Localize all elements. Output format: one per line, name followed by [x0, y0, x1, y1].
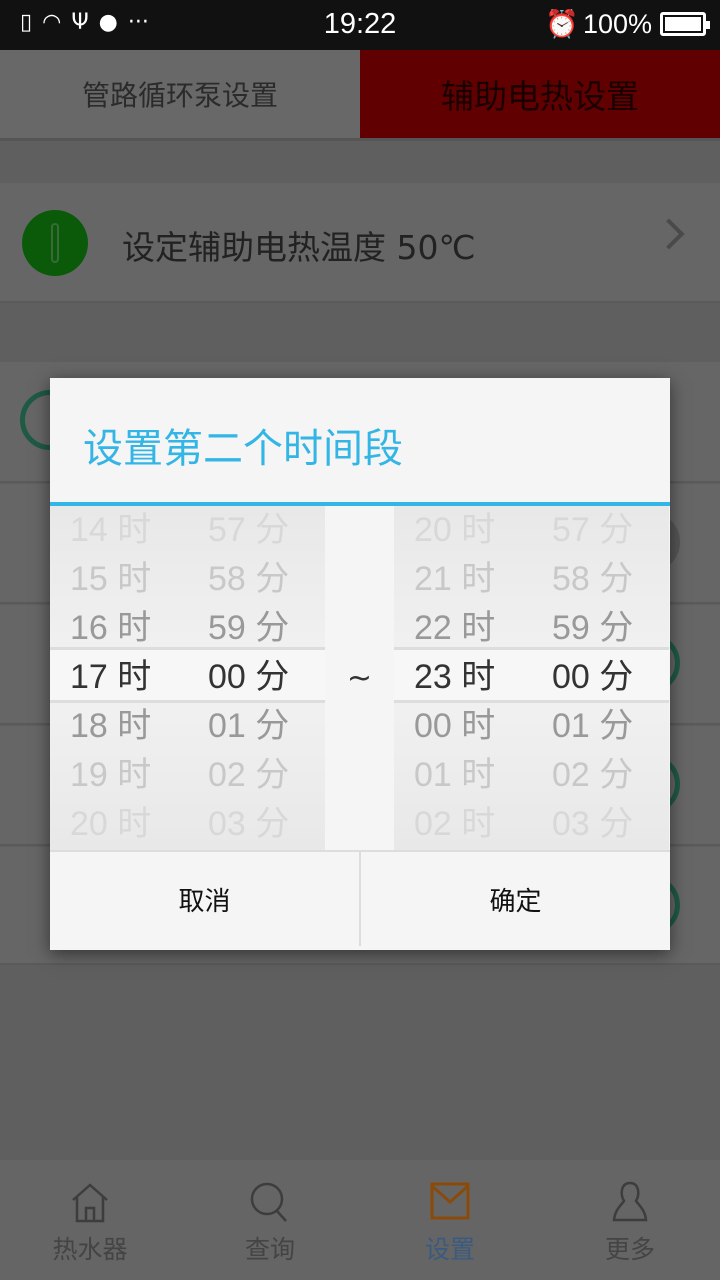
hour-option[interactable]: 19 时 — [70, 751, 180, 800]
home-icon — [72, 1183, 108, 1223]
hour-option[interactable]: 23 时 — [414, 653, 524, 702]
time-picker: 14 时 15 时 16 时 17 时 18 时 19 时 20 时 57 分 58 分 59 … — [50, 506, 670, 850]
time-range-dialog: 设置第二个时间段 14 时 15 时 16 时 17 时 18 时 19 时 20 时 57… — [50, 378, 670, 950]
status-bar: ▯ ◠ Ψ ● ··· 19:22 ⏰ 100% — [0, 0, 720, 50]
end-minute-wheel[interactable]: 57 分 58 分 59 分 00 分 01 分 02 分 03 分 — [552, 506, 662, 849]
confirm-button[interactable]: 确定 — [359, 852, 670, 946]
minute-option[interactable]: 58 分 — [552, 555, 662, 604]
tab-bar: 管路循环泵设置 辅助电热设置 — [0, 50, 720, 141]
start-hour-wheel[interactable]: 14 时 15 时 16 时 17 时 18 时 19 时 20 时 — [70, 506, 180, 849]
hour-option[interactable]: 01 时 — [414, 751, 524, 800]
range-separator: ~ — [325, 506, 394, 850]
nav-label: 更多 — [604, 1235, 655, 1264]
minute-option[interactable]: 00 分 — [208, 653, 318, 702]
minute-option[interactable]: 03 分 — [208, 800, 318, 849]
end-hour-wheel[interactable]: 20 时 21 时 22 时 23 时 00 时 01 时 02 时 — [414, 506, 524, 849]
alarm-icon: ⏰ — [545, 9, 579, 39]
search-icon — [250, 1182, 287, 1222]
temperature-label: 设定辅助电热温度 50℃ — [122, 228, 476, 267]
mail-icon — [430, 1182, 470, 1220]
minute-option[interactable]: 59 分 — [552, 604, 662, 653]
battery-level: 100% — [582, 8, 652, 39]
hour-option[interactable]: 18 时 — [70, 702, 180, 751]
minute-option[interactable]: 57 分 — [552, 506, 662, 555]
nav-more[interactable]: 更多 — [540, 1160, 720, 1280]
hour-option[interactable]: 20 时 — [70, 800, 180, 849]
minute-option[interactable]: 01 分 — [552, 702, 662, 751]
minute-option[interactable]: 02 分 — [208, 751, 318, 800]
minute-option[interactable]: 57 分 — [208, 506, 318, 555]
nav-label: 热水器 — [52, 1235, 128, 1264]
tab-pump-settings[interactable]: 管路循环泵设置 — [0, 50, 360, 138]
minute-option[interactable]: 03 分 — [552, 800, 662, 849]
hour-option[interactable]: 16 时 — [70, 604, 180, 653]
start-time-picker: 14 时 15 时 16 时 17 时 18 时 19 时 20 时 57 分 58 分 59 … — [50, 506, 325, 850]
cancel-button[interactable]: 取消 — [50, 852, 359, 946]
hour-option[interactable]: 14 时 — [70, 506, 180, 555]
nav-water-heater[interactable]: 热水器 — [0, 1160, 180, 1280]
set-temperature-row[interactable]: 设定辅助电热温度 50℃ — [0, 183, 720, 303]
dialog-title: 设置第二个时间段 — [50, 378, 670, 506]
hour-option[interactable]: 00 时 — [414, 702, 524, 751]
tab-aux-heat-settings[interactable]: 辅助电热设置 — [360, 50, 720, 138]
bottom-nav: 热水器 查询 设置 更多 — [0, 1160, 720, 1280]
hour-option[interactable]: 17 时 — [70, 653, 180, 702]
person-icon — [612, 1181, 648, 1222]
nav-label: 设置 — [424, 1235, 475, 1264]
hour-option[interactable]: 22 时 — [414, 604, 524, 653]
hour-option[interactable]: 02 时 — [414, 800, 524, 849]
hour-option[interactable]: 15 时 — [70, 555, 180, 604]
nav-settings[interactable]: 设置 — [360, 1160, 540, 1280]
nav-query[interactable]: 查询 — [180, 1160, 360, 1280]
minute-option[interactable]: 02 分 — [552, 751, 662, 800]
nav-label: 查询 — [244, 1235, 295, 1264]
minute-option[interactable]: 01 分 — [208, 702, 318, 751]
minute-option[interactable]: 58 分 — [208, 555, 318, 604]
chevron-right-icon — [653, 218, 685, 250]
start-minute-wheel[interactable]: 57 分 58 分 59 分 00 分 01 分 02 分 03 分 — [208, 506, 318, 849]
end-time-picker: 20 时 21 时 22 时 23 时 00 时 01 时 02 时 57 分 58 分 59 … — [394, 506, 669, 850]
hour-option[interactable]: 20 时 — [414, 506, 524, 555]
thermometer-icon — [22, 210, 88, 276]
battery-icon — [660, 12, 710, 36]
hour-option[interactable]: 21 时 — [414, 555, 524, 604]
minute-option[interactable]: 59 分 — [208, 604, 318, 653]
minute-option[interactable]: 00 分 — [552, 653, 662, 702]
